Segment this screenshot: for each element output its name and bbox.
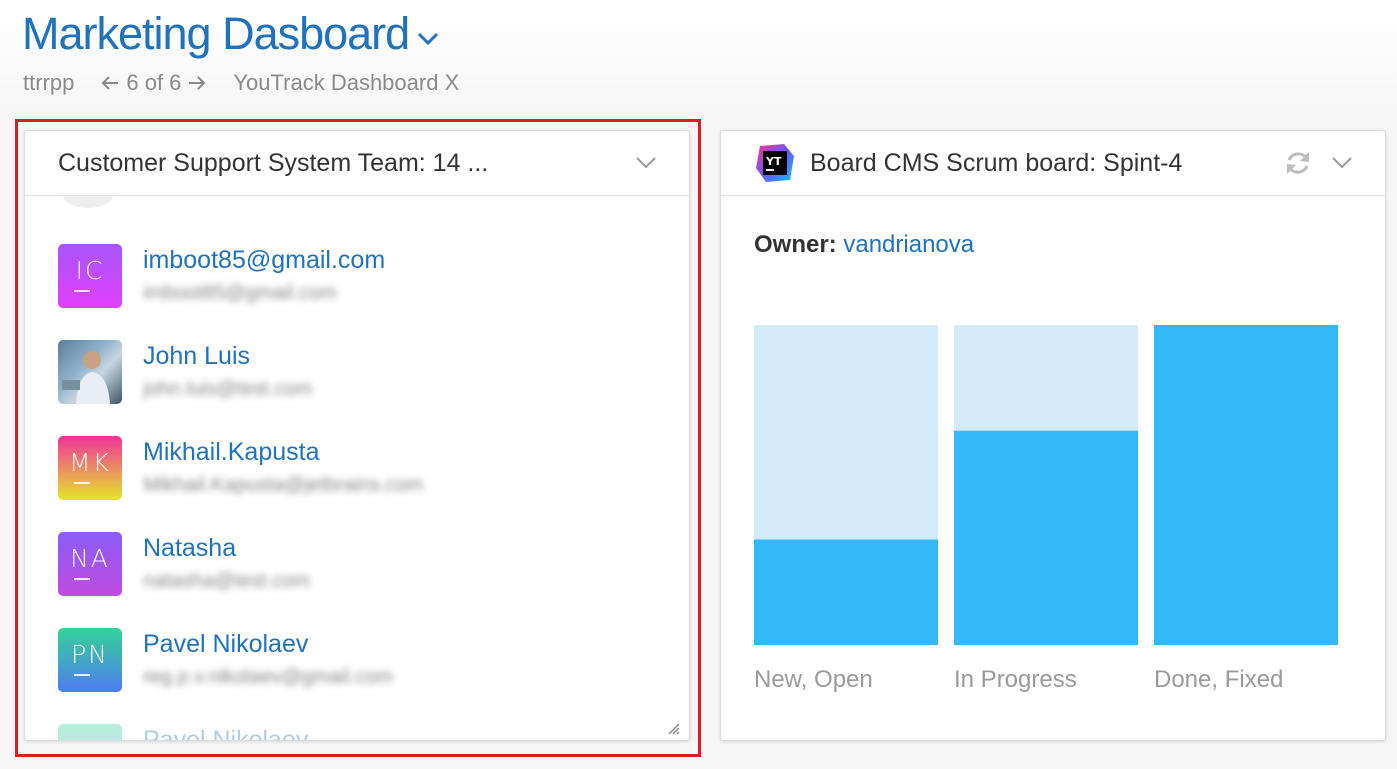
breadcrumb: ttrrpp 6 of 6 YouTrack Dashboard X — [23, 70, 459, 96]
breadcrumb-dashboard[interactable]: YouTrack Dashboard X — [233, 70, 459, 96]
member-email: reg.p.v.nikolaev@gmail.com — [143, 666, 394, 688]
member-email: imboot85@gmail.com — [143, 282, 337, 304]
breadcrumb-project[interactable]: ttrrpp — [23, 70, 74, 96]
avatar — [58, 340, 122, 404]
member-name-link[interactable]: Mikhail.Kapusta — [143, 438, 423, 467]
x-tick-label: In Progress — [954, 666, 1077, 693]
dashboard-title-text: Marketing Dasboard — [22, 8, 410, 59]
member-email: Mikhail.Kapusta@jetbrains.com — [143, 474, 424, 496]
list-item[interactable]: PN Pavel Nikolaev — [58, 724, 308, 740]
avatar-initials: NA — [70, 544, 110, 573]
list-item[interactable]: NA Natasha natasha@test.com — [58, 532, 310, 596]
avatar-initials: PN — [71, 736, 109, 740]
list-item[interactable]: MK Mikhail.Kapusta Mikhail.Kapusta@jetbrai… — [58, 436, 423, 500]
x-tick-label: Done, Fixed — [1154, 666, 1283, 693]
member-email: natasha@test.com — [143, 570, 311, 592]
avatar: PN — [58, 724, 122, 740]
bar-remaining[interactable] — [954, 325, 1138, 431]
member-name-link[interactable]: Pavel Nikolaev — [143, 726, 308, 740]
avatar-initials: PN — [71, 640, 109, 669]
arrow-left-icon[interactable] — [100, 75, 120, 91]
bar-completed[interactable] — [754, 539, 938, 645]
board-widget: YT Board CMS Scrum board: Spint-4 Owner:… — [720, 130, 1386, 741]
avatar-initials: MK — [69, 448, 111, 477]
list-item[interactable]: PN Pavel Nikolaev reg.p.v.nikolaev@gmail.c… — [58, 628, 393, 692]
bar-completed[interactable] — [1154, 325, 1338, 645]
avatar: IC — [58, 244, 122, 308]
chevron-down-icon[interactable] — [635, 156, 657, 170]
avatar — [63, 196, 113, 208]
avatar: PN — [58, 628, 122, 692]
dashboard-title[interactable]: Marketing Dasboard — [22, 8, 439, 60]
avatar: MK — [58, 436, 122, 500]
avatar-initials: IC — [75, 256, 105, 285]
member-email: john.luis@test.com — [143, 378, 313, 400]
x-tick-label: New, Open — [754, 666, 873, 693]
member-name-link[interactable]: imboot85@gmail.com — [143, 246, 385, 275]
member-name-link[interactable]: John Luis — [143, 342, 312, 371]
breadcrumb-position: 6 of 6 — [126, 70, 182, 95]
member-name-link[interactable]: Pavel Nikolaev — [143, 630, 393, 659]
list-item[interactable]: John Luis john.luis@test.com — [58, 340, 312, 404]
member-name-link[interactable]: Natasha — [143, 534, 310, 563]
resize-handle-icon[interactable] — [665, 720, 681, 736]
team-widget: Customer Support System Team: 14 ... IC i… — [24, 130, 690, 741]
list-item[interactable]: IC imboot85@gmail.com imboot85@gmail.com — [58, 244, 385, 308]
arrow-right-icon[interactable] — [187, 75, 207, 91]
board-chart: New, Open In Progress Done, Fixed — [754, 325, 1338, 693]
member-list: IC imboot85@gmail.com imboot85@gmail.com Jo… — [25, 196, 689, 740]
chevron-down-icon[interactable] — [417, 32, 439, 46]
team-widget-header: Customer Support System Team: 14 ... — [25, 131, 689, 196]
bar-remaining[interactable] — [754, 325, 938, 540]
team-widget-title: Customer Support System Team: 14 ... — [58, 148, 489, 177]
avatar: NA — [58, 532, 122, 596]
bar-completed[interactable] — [954, 430, 1138, 645]
